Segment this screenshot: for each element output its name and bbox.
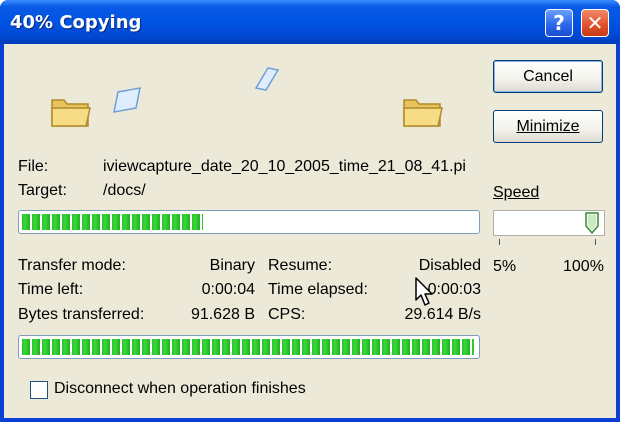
target-folder-icon: [403, 99, 443, 127]
window-title: 40% Copying: [10, 12, 142, 33]
cps-label: CPS:: [268, 306, 306, 323]
disconnect-label-text: Disconnect when operation finishes: [54, 380, 306, 397]
total-progress-fill: [22, 339, 474, 355]
help-button[interactable]: ?: [545, 9, 573, 37]
dialog-body: Cancel Minimize File: iviewcapture_date_…: [4, 44, 616, 418]
time-left-label: Time left:: [18, 281, 84, 298]
flying-paper-icon: [254, 67, 280, 91]
cps-value: 29.614 B/s: [404, 306, 482, 323]
resume-label: Resume:: [268, 257, 333, 274]
transfer-mode-label: Transfer mode:: [18, 257, 126, 274]
slider-tick: [595, 239, 596, 245]
copy-dialog: 40% Copying ? ✕ Cancel Minimize File: iv…: [0, 0, 620, 422]
file-label: File:: [18, 158, 49, 175]
cancel-button[interactable]: Cancel: [493, 60, 603, 93]
speed-label: Speed: [493, 184, 540, 201]
flying-paper-icon: [113, 87, 141, 113]
bytes-transferred-value: 91.628 B: [190, 306, 255, 323]
disconnect-checkbox[interactable]: [30, 381, 48, 399]
transfer-mode-value: Binary: [209, 257, 255, 274]
file-progress-fill: [22, 214, 203, 230]
source-folder-icon: [51, 99, 91, 127]
cancel-button-label: Cancel: [523, 68, 573, 85]
title-bar[interactable]: 40% Copying ? ✕: [0, 0, 620, 44]
disconnect-label[interactable]: Disconnect when operation finishes: [54, 380, 306, 398]
time-elapsed-label: Time elapsed:: [268, 281, 368, 298]
total-progress-bar: [18, 335, 480, 359]
file-progress-bar: [18, 210, 480, 234]
file-name: iviewcapture_date_20_10_2005_time_21_08_…: [103, 158, 466, 175]
bytes-transferred-label: Bytes transferred:: [18, 306, 145, 323]
speed-max-label: 100%: [563, 258, 604, 275]
target-path: /docs/: [103, 182, 146, 199]
mouse-cursor-icon: [415, 277, 433, 306]
speed-min-label: 5%: [493, 258, 517, 275]
speed-slider-thumb[interactable]: [585, 212, 599, 234]
time-left-value: 0:00:04: [201, 281, 255, 298]
close-button[interactable]: ✕: [581, 9, 609, 37]
resume-value: Disabled: [418, 257, 481, 274]
close-icon: ✕: [586, 11, 604, 35]
target-label: Target:: [18, 182, 67, 199]
slider-tick: [499, 239, 500, 245]
minimize-button-label: Minimize: [516, 118, 580, 135]
help-icon: ?: [553, 11, 565, 35]
minimize-button[interactable]: Minimize: [493, 110, 603, 143]
speed-slider[interactable]: [493, 210, 605, 236]
